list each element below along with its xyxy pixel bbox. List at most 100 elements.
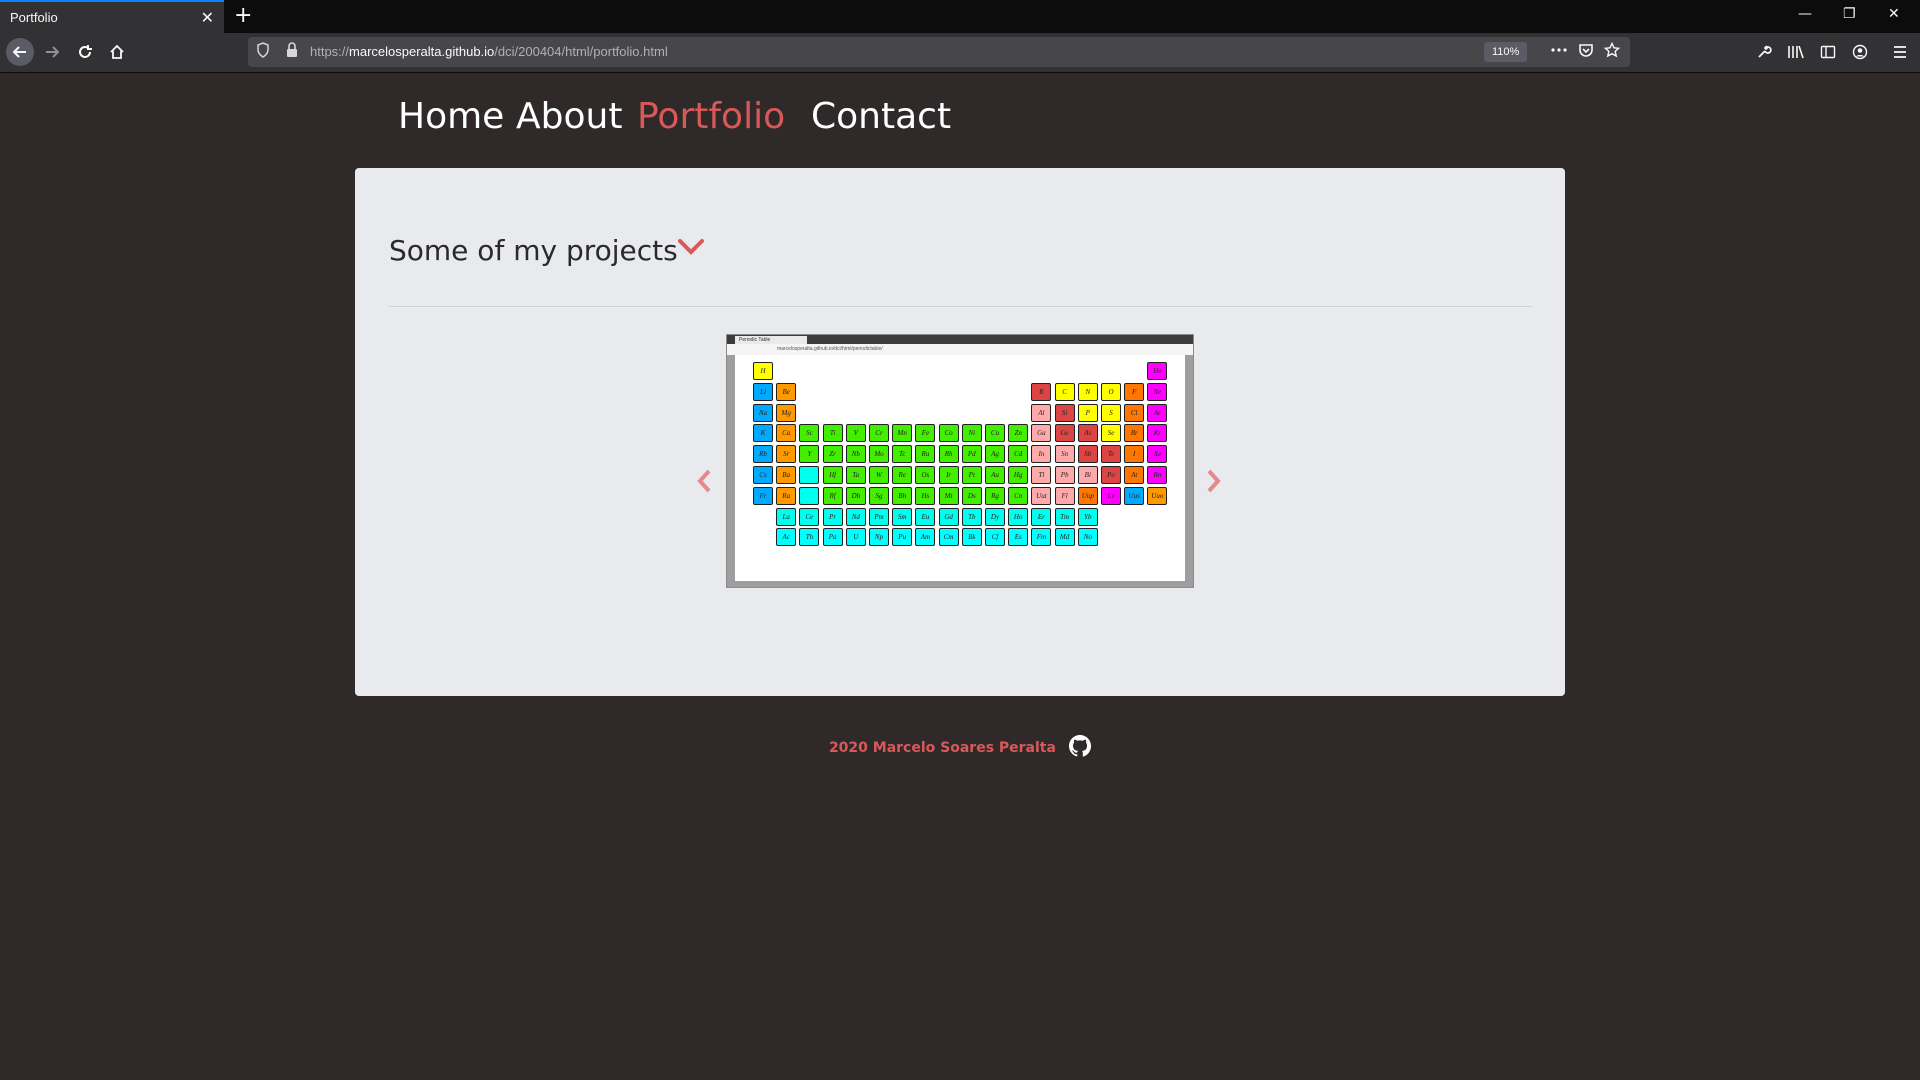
element-cell: Re [892, 466, 913, 484]
browser-toolbar: https://marcelosperalta.github.io/dci/20… [0, 33, 1920, 73]
element-cell: Es [1008, 528, 1029, 547]
element-cell: Fe [915, 424, 936, 443]
element-cell: Sm [892, 507, 913, 526]
library-icon[interactable] [1784, 41, 1808, 66]
element-cell: Ag [985, 445, 1005, 464]
element-cell: C [1054, 382, 1075, 401]
element-cell: N [1077, 382, 1098, 401]
element-cell: O [1101, 382, 1121, 401]
element-cell: Ta [845, 466, 866, 484]
element-cell: Se [1101, 424, 1121, 443]
element-cell: Hs [915, 486, 936, 505]
element-cell: Ra [776, 486, 797, 505]
tab-close-icon[interactable]: ✕ [201, 8, 214, 27]
element-cell: Sr [776, 445, 797, 464]
element-cell: Br [1124, 424, 1145, 443]
element-cell: Rf [822, 486, 843, 505]
element-cell: He [1147, 362, 1168, 380]
periodic-table: H Li Be Na Mg K Ca Sc Ti V Cr Mn Fe Co Ni Cu Zn Ga Ge As Se B… [735, 355, 1185, 581]
element-cell: Uup [1077, 486, 1098, 505]
element-cell: Nd [845, 507, 866, 526]
element-cell: B [1031, 382, 1052, 401]
zoom-level-badge[interactable]: 110% [1484, 42, 1528, 62]
portfolio-card: Some of my projects Periodic Table marce… [355, 168, 1565, 696]
screenshot-tabbar: Periodic Table [727, 335, 1193, 344]
element-cell: V [845, 424, 866, 443]
element-cell: Pa [822, 528, 843, 547]
element-cell: Tb [961, 507, 982, 526]
restore-icon[interactable]: ❐ [1843, 6, 1856, 22]
element-cell: Ar [1147, 403, 1168, 422]
carousel-prev-arrow-icon[interactable] [695, 468, 713, 498]
element-cell: Fr [753, 486, 773, 505]
bookmark-star-icon[interactable] [1603, 41, 1621, 62]
element-cell: K [753, 424, 773, 443]
more-actions-icon[interactable] [1550, 42, 1568, 62]
element-cell: Am [915, 528, 936, 547]
minimize-icon[interactable]: — [1798, 6, 1812, 22]
element-cell: Ce [799, 507, 820, 526]
element-cell: Zn [1008, 424, 1029, 443]
element-cell: Ds [961, 486, 982, 505]
home-icon[interactable] [105, 41, 129, 66]
element-cell: Gd [938, 507, 959, 526]
shield-icon[interactable] [256, 42, 270, 62]
project-screenshot[interactable]: Periodic Table marcelosperalta.github.io… [726, 334, 1194, 588]
element-cell: Cd [1008, 445, 1029, 464]
element-cell: Nb [845, 445, 866, 464]
element-cell: Mg [776, 403, 797, 422]
element-cell: Bi [1077, 466, 1098, 484]
element-cell: H [753, 362, 773, 380]
sidebar-icon[interactable] [1816, 41, 1840, 66]
back-arrow-icon[interactable] [6, 38, 34, 66]
element-cell: Cl [1124, 403, 1145, 422]
reload-icon[interactable] [73, 41, 97, 66]
element-cell: Th [799, 528, 820, 547]
element-cell: Ti [822, 424, 843, 443]
element-cell: Hg [1008, 466, 1029, 484]
element-cell: Te [1101, 445, 1121, 464]
element-cell: Mn [892, 424, 913, 443]
element-cell: Zr [822, 445, 843, 464]
element-cell: Al [1031, 403, 1052, 422]
chevron-down-icon[interactable] [677, 238, 705, 260]
lock-icon[interactable] [286, 42, 298, 62]
nav-portfolio-link[interactable]: Portfolio [637, 96, 785, 137]
element-cell: Ir [938, 466, 959, 484]
pocket-icon[interactable] [1578, 42, 1594, 62]
element-cell: Rh [938, 445, 959, 464]
element-cell: Cu [985, 424, 1005, 443]
footer-copyright: 2020 Marcelo Soares Peralta [828, 740, 1056, 756]
element-cell: Tl [1031, 466, 1052, 484]
element-cell: Lv [1101, 486, 1121, 505]
account-icon[interactable] [1848, 41, 1872, 66]
footer: 2020 Marcelo Soares Peralta [0, 735, 1920, 761]
screenshot-tab: Periodic Table [735, 336, 807, 344]
element-cell: Ca [776, 424, 797, 443]
element-cell: At [1124, 466, 1145, 484]
github-icon[interactable] [1069, 735, 1092, 761]
nav-contact-link[interactable]: Contact [811, 96, 951, 137]
element-cell: Fl [1054, 486, 1075, 505]
nav-about-link[interactable]: About [516, 96, 622, 137]
carousel-next-arrow-icon[interactable] [1205, 468, 1223, 498]
close-window-icon[interactable]: ✕ [1888, 6, 1900, 22]
hamburger-menu-icon[interactable] [1888, 41, 1912, 66]
browser-tab[interactable]: Portfolio ✕ [0, 0, 224, 33]
element-cell: Co [938, 424, 959, 443]
element-cell: In [1031, 445, 1052, 464]
element-cell: Pd [961, 445, 982, 464]
element-cell: Y [799, 445, 820, 464]
element-cell: As [1077, 424, 1098, 443]
new-tab-button[interactable]: + [234, 3, 252, 29]
url-text[interactable]: https://marcelosperalta.github.io/dci/20… [310, 44, 668, 59]
tab-title: Portfolio [10, 10, 58, 25]
forward-arrow-icon[interactable] [40, 41, 64, 66]
wrench-icon[interactable] [1752, 41, 1776, 66]
nav-home-link[interactable]: Home [398, 96, 504, 137]
element-cell: Au [985, 466, 1005, 484]
element-cell: Md [1054, 528, 1075, 547]
element-cell: Pr [822, 507, 843, 526]
url-bar[interactable]: https://marcelosperalta.github.io/dci/20… [248, 37, 1630, 67]
element-cell: Ru [915, 445, 936, 464]
